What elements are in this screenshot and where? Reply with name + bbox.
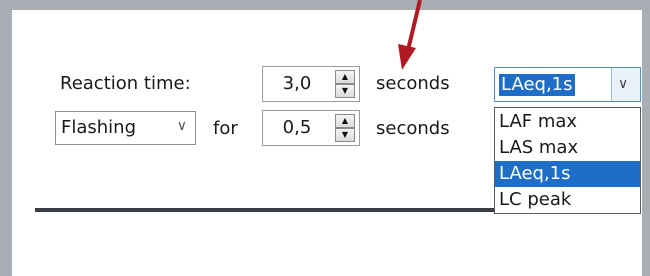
window-frame-top xyxy=(0,0,650,10)
spin-up-icon[interactable]: ▲ xyxy=(335,114,355,128)
spin-down-icon[interactable]: ▼ xyxy=(335,84,355,98)
chevron-down-icon: ∨ xyxy=(618,76,629,92)
reaction-time-spinbox[interactable]: 3,0 ▲ ▼ xyxy=(262,66,360,102)
metric-option-lc-peak[interactable]: LC peak xyxy=(495,187,640,213)
flashing-mode-value: Flashing xyxy=(61,117,137,138)
metric-dropdown-button[interactable]: ∨ xyxy=(611,68,640,101)
annotation-arrow xyxy=(398,0,422,70)
for-label: for xyxy=(213,118,238,139)
spin-up-icon[interactable]: ▲ xyxy=(335,70,355,84)
metric-option-las-max[interactable]: LAS max xyxy=(495,135,640,161)
metric-combobox[interactable]: LAeq,1s ∨ xyxy=(494,67,641,102)
metric-option-laeq-1s[interactable]: LAeq,1s xyxy=(495,161,640,187)
metric-option-laf-max[interactable]: LAF max xyxy=(495,109,640,135)
reaction-time-value[interactable]: 3,0 xyxy=(263,67,331,101)
section-divider xyxy=(35,208,494,212)
window-frame-left xyxy=(0,0,12,276)
spin-down-icon[interactable]: ▼ xyxy=(335,128,355,142)
metric-dropdown-list: LAF max LAS max LAeq,1s LC peak xyxy=(494,107,641,214)
chevron-down-icon: ∨ xyxy=(176,118,187,134)
flashing-duration-unit: seconds xyxy=(376,118,450,139)
reaction-time-unit: seconds xyxy=(376,73,450,94)
metric-selected-value[interactable]: LAeq,1s xyxy=(499,74,575,96)
reaction-time-label: Reaction time: xyxy=(60,73,191,94)
flashing-duration-value[interactable]: 0,5 xyxy=(263,111,331,145)
flashing-mode-select[interactable]: Flashing ∨ xyxy=(55,111,196,145)
flashing-duration-spinbox[interactable]: 0,5 ▲ ▼ xyxy=(262,110,360,146)
window-frame-right xyxy=(642,0,650,276)
